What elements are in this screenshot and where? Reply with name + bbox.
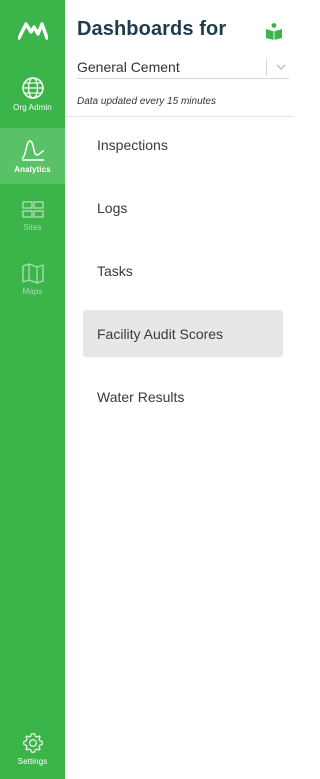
divider xyxy=(65,116,293,117)
analytics-icon xyxy=(21,140,44,161)
sidebar-item-label: Analytics xyxy=(14,165,51,174)
sidebar-item-label: Sites xyxy=(23,223,42,232)
chevron-down-icon[interactable] xyxy=(275,61,287,73)
select-separator xyxy=(266,57,267,76)
dashboard-item-water-results[interactable]: Water Results xyxy=(83,373,283,420)
sidebar-item-maps[interactable]: Maps xyxy=(0,262,65,306)
dashboard-item-tasks[interactable]: Tasks xyxy=(83,247,283,294)
gear-icon xyxy=(22,733,43,753)
sidebar-item-org-admin[interactable]: Org Admin xyxy=(0,64,65,126)
sites-icon xyxy=(21,201,44,218)
sidebar-item-label: Org Admin xyxy=(13,103,52,112)
book-icon[interactable] xyxy=(265,22,283,40)
page-title: Dashboards for xyxy=(77,18,227,40)
logo[interactable] xyxy=(0,10,65,50)
dashboard-list: Inspections Logs Tasks Facility Audit Sc… xyxy=(83,121,283,436)
sidebar-item-sites[interactable]: Sites xyxy=(0,200,65,244)
sidebar-item-label: Maps xyxy=(22,287,43,296)
map-icon xyxy=(21,263,44,284)
app: Org Admin Analytics Sites Maps Settings … xyxy=(0,0,293,779)
dashboard-item-facility-audit-scores[interactable]: Facility Audit Scores xyxy=(83,310,283,357)
logo-icon xyxy=(17,22,48,40)
site-select-value: General Cement xyxy=(77,58,180,75)
globe-icon xyxy=(21,77,44,99)
sidebar-item-settings[interactable]: Settings xyxy=(0,732,65,776)
dashboards-panel: Dashboards for General Cement Data updat… xyxy=(65,0,293,779)
sidebar-item-analytics[interactable]: Analytics xyxy=(0,128,65,184)
dashboard-item-logs[interactable]: Logs xyxy=(83,184,283,231)
sidebar-item-label: Settings xyxy=(17,757,48,766)
update-note: Data updated every 15 minutes xyxy=(77,96,216,107)
dashboard-item-inspections[interactable]: Inspections xyxy=(83,121,283,168)
sidebar-nav: Org Admin Analytics Sites Maps Settings xyxy=(0,0,65,779)
site-select[interactable]: General Cement xyxy=(77,55,289,79)
